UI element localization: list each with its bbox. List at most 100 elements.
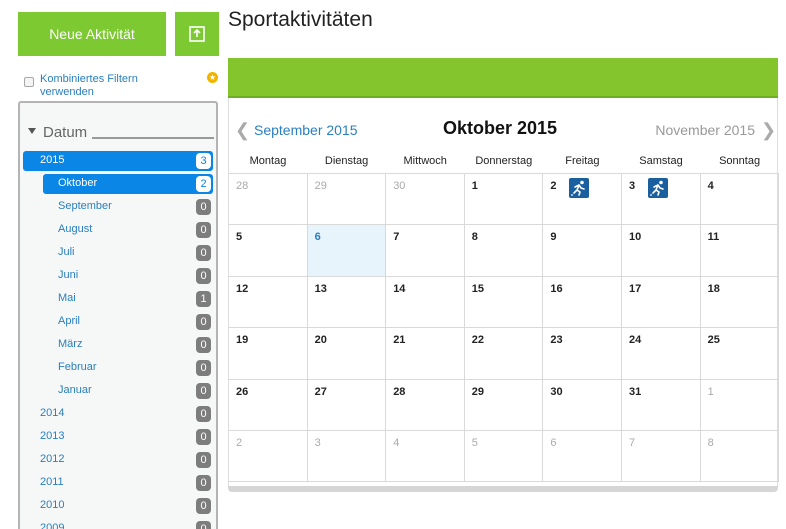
sidebar-month-januar-label: Januar bbox=[58, 384, 92, 396]
calendar-day-cell[interactable]: 28 bbox=[229, 174, 308, 226]
calendar-day-cell[interactable]: 3 bbox=[622, 174, 701, 226]
calendar-day-cell[interactable]: 23 bbox=[543, 328, 622, 380]
count-badge: 0 bbox=[196, 452, 211, 468]
calendar-day-cell[interactable]: 4 bbox=[386, 431, 465, 483]
combined-filter-label[interactable]: Kombiniertes Filtern verwenden bbox=[40, 73, 190, 99]
next-month-link[interactable]: November 2015 ❯ bbox=[655, 121, 776, 139]
sidebar-month-juni[interactable]: Juni 0 bbox=[43, 266, 213, 286]
calendar-day-cell[interactable]: 9 bbox=[543, 225, 622, 277]
calendar-day-cell[interactable]: 31 bbox=[622, 379, 701, 431]
sidebar-month-april-label: April bbox=[58, 315, 81, 327]
calendar-day-cell[interactable]: 2 bbox=[543, 174, 622, 226]
day-number: 2 bbox=[550, 180, 557, 192]
calendar-day-cell[interactable]: 12 bbox=[229, 276, 308, 329]
sidebar-year-2010[interactable]: 2010 0 bbox=[23, 496, 213, 516]
sidebar-year-2012[interactable]: 2012 0 bbox=[23, 450, 213, 470]
sidebar-month-mai[interactable]: Mai 1 bbox=[43, 289, 213, 309]
sidebar-month-august[interactable]: August 0 bbox=[43, 220, 213, 240]
calendar-banner bbox=[228, 58, 778, 98]
sidebar-month-april[interactable]: April 0 bbox=[43, 312, 213, 332]
calendar-day-cell[interactable]: 8 bbox=[700, 431, 780, 483]
calendar-day-cell[interactable]: 8 bbox=[464, 225, 544, 277]
sidebar-year-2014[interactable]: 2014 0 bbox=[23, 404, 213, 424]
calendar-day-cell[interactable]: 29 bbox=[307, 174, 387, 226]
count-badge: 0 bbox=[196, 475, 211, 491]
day-number: 6 bbox=[314, 231, 321, 244]
calendar-day-cell[interactable]: 10 bbox=[622, 225, 701, 277]
combined-filter-checkbox[interactable] bbox=[24, 77, 34, 87]
running-icon[interactable] bbox=[569, 178, 590, 198]
calendar-day-cell[interactable]: 28 bbox=[386, 379, 465, 431]
calendar-day-cell[interactable]: 27 bbox=[307, 379, 387, 431]
running-icon[interactable] bbox=[648, 178, 668, 198]
calendar-day-cell[interactable]: 5 bbox=[229, 225, 308, 277]
export-icon bbox=[189, 26, 205, 42]
day-number: 21 bbox=[393, 334, 406, 347]
calendar-day-cell[interactable]: 30 bbox=[543, 379, 622, 431]
new-activity-button[interactable]: Neue Aktivität bbox=[18, 12, 166, 56]
day-number: 10 bbox=[629, 231, 642, 244]
calendar-day-cell[interactable]: 26 bbox=[229, 379, 308, 431]
sidebar-month-februar-label: Februar bbox=[58, 361, 97, 373]
sidebar-month-februar[interactable]: Februar 0 bbox=[43, 358, 213, 378]
calendar-day-cell[interactable]: 1 bbox=[700, 379, 780, 431]
calendar-day-cell[interactable]: 13 bbox=[307, 276, 387, 329]
calendar-day-cell[interactable]: 25 bbox=[700, 328, 780, 380]
day-number: 25 bbox=[707, 334, 720, 347]
count-badge: 0 bbox=[196, 268, 211, 284]
sidebar-month-september[interactable]: September 0 bbox=[43, 197, 213, 217]
weekday-header: Donnerstag bbox=[475, 155, 533, 167]
calendar-day-cell[interactable]: 16 bbox=[543, 276, 622, 329]
triangle-down-icon bbox=[28, 128, 36, 134]
calendar-day-cell[interactable]: 30 bbox=[386, 174, 465, 226]
day-number: 1 bbox=[707, 385, 714, 398]
sidebar-year-2009-label: 2009 bbox=[40, 522, 65, 529]
calendar-day-cell[interactable]: 6 bbox=[543, 431, 622, 483]
calendar-day-cell[interactable]: 15 bbox=[464, 276, 544, 329]
calendar-day-cell[interactable]: 7 bbox=[622, 431, 701, 483]
sidebar-month-januar[interactable]: Januar 0 bbox=[43, 381, 213, 401]
day-number: 8 bbox=[471, 231, 478, 244]
calendar-day-cell[interactable]: 24 bbox=[622, 328, 701, 380]
calendar-day-cell[interactable]: 14 bbox=[386, 276, 465, 329]
sidebar-month-oktober[interactable]: Oktober 2 bbox=[43, 174, 213, 194]
sidebar-year-2015[interactable]: 2015 3 bbox=[23, 151, 213, 171]
day-number: 3 bbox=[314, 437, 321, 449]
prev-month-link[interactable]: ❮ September 2015 bbox=[235, 120, 358, 140]
calendar-day-cell[interactable]: 5 bbox=[464, 431, 544, 483]
sidebar-month-juli[interactable]: Juli 0 bbox=[43, 243, 213, 263]
day-number: 24 bbox=[629, 334, 642, 347]
day-number: 23 bbox=[550, 334, 563, 347]
sidebar-year-2009[interactable]: 2009 0 bbox=[23, 519, 213, 529]
sidebar-year-2011[interactable]: 2011 0 bbox=[23, 473, 213, 493]
chevron-left-icon: ❮ bbox=[235, 120, 251, 140]
star-icon[interactable]: ★ bbox=[207, 72, 218, 83]
calendar-day-cell[interactable]: 11 bbox=[700, 225, 780, 277]
sidebar-year-2012-label: 2012 bbox=[40, 453, 65, 465]
calendar: ❮ September 2015 Oktober 2015 November 2… bbox=[228, 58, 780, 494]
sidebar-year-2013[interactable]: 2013 0 bbox=[23, 427, 213, 447]
calendar-day-cell[interactable]: 2 bbox=[229, 431, 308, 483]
calendar-day-cell[interactable]: 3 bbox=[307, 431, 387, 483]
day-number: 29 bbox=[314, 180, 327, 192]
calendar-day-cell[interactable]: 17 bbox=[622, 276, 701, 329]
calendar-day-cell[interactable]: 22 bbox=[464, 328, 544, 380]
day-number: 28 bbox=[393, 385, 406, 398]
calendar-day-cell[interactable]: 7 bbox=[386, 225, 465, 277]
calendar-day-cell[interactable]: 6 bbox=[307, 225, 387, 277]
calendar-day-cell[interactable]: 18 bbox=[700, 276, 780, 329]
calendar-day-cell[interactable]: 21 bbox=[386, 328, 465, 380]
calendar-day-cell[interactable]: 4 bbox=[700, 174, 780, 226]
calendar-day-cell[interactable]: 20 bbox=[307, 328, 387, 380]
sidebar-month-märz[interactable]: März 0 bbox=[43, 335, 213, 355]
calendar-day-cell[interactable]: 29 bbox=[464, 379, 544, 431]
sidebar-month-juli-label: Juli bbox=[58, 246, 75, 258]
calendar-day-cell[interactable]: 19 bbox=[229, 328, 308, 380]
calendar-day-cell[interactable]: 1 bbox=[464, 174, 544, 226]
datum-group-header[interactable]: Datum bbox=[28, 123, 214, 143]
sidebar-year-2011-label: 2011 bbox=[40, 476, 64, 488]
day-number: 4 bbox=[707, 180, 714, 192]
count-badge: 0 bbox=[196, 406, 211, 422]
export-button[interactable] bbox=[175, 12, 219, 56]
page-title: Sportaktivitäten bbox=[228, 8, 373, 31]
